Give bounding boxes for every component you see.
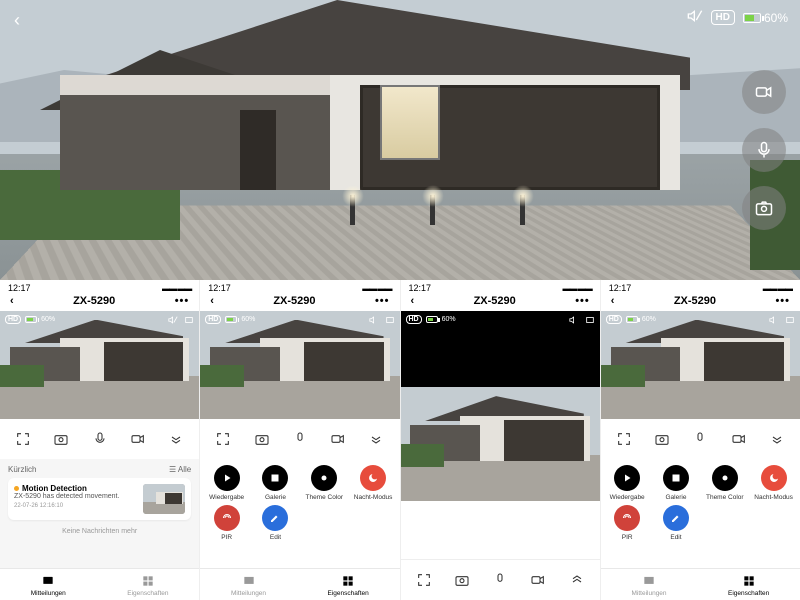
hd-badge[interactable]: HD [711, 10, 735, 25]
snapshot-icon[interactable] [650, 427, 674, 451]
device-title: ZX-5290 [73, 295, 115, 307]
battery-indicator: 60% [743, 11, 788, 25]
night-button[interactable]: Nacht-Modus [351, 465, 396, 501]
collapse-icon[interactable] [364, 427, 388, 451]
mic-icon[interactable] [88, 427, 112, 451]
snapshot-icon[interactable] [49, 427, 73, 451]
mute-icon[interactable] [769, 315, 779, 325]
pir-button[interactable]: PIR [204, 505, 249, 541]
back-icon[interactable]: ‹ [10, 295, 14, 307]
tab-messages[interactable]: Mitteilungen [231, 574, 266, 597]
talk-button[interactable] [742, 128, 786, 172]
snapshot-button[interactable] [742, 186, 786, 230]
back-icon[interactable]: ‹ [611, 295, 615, 307]
camera-feed[interactable]: HD60% [0, 311, 199, 419]
camera-feed[interactable]: HD60% [200, 311, 399, 419]
recent-label: Kürzlich [8, 465, 36, 474]
phone-screen-1: 12:17 ▬▬ ▬▬ ‹ ZX-5290 ••• HD60% Kürzlich ☰ A… [0, 280, 200, 600]
playback-button[interactable]: Wiedergabe [605, 465, 650, 501]
theme-button[interactable]: Theme Color [702, 465, 747, 501]
motion-card[interactable]: Motion Detection ZX-5290 has detected mo… [8, 478, 191, 520]
mute-icon[interactable] [168, 315, 178, 325]
mic-icon[interactable] [288, 427, 312, 451]
mic-icon[interactable] [688, 427, 712, 451]
gallery-button[interactable]: Galerie [654, 465, 699, 501]
record-icon[interactable] [326, 427, 350, 451]
more-icon[interactable]: ••• [775, 295, 790, 307]
fullscreen-icon[interactable] [585, 315, 595, 325]
back-icon[interactable]: ‹ [210, 295, 214, 307]
fullscreen-icon[interactable] [785, 315, 795, 325]
expand-icon[interactable] [164, 427, 188, 451]
phone-screen-2: 12:17▬▬ ▬▬ ‹ZX-5290••• HD60% Wiedergabe … [200, 280, 400, 600]
camera-feed[interactable]: HD60% [601, 311, 800, 419]
snapshot-icon[interactable] [250, 427, 274, 451]
fullscreen-icon[interactable] [385, 315, 395, 325]
snapshot-icon[interactable] [450, 568, 474, 592]
camera-feed-zoom[interactable]: HD60% [401, 311, 600, 501]
fullscreen-icon[interactable] [612, 427, 636, 451]
night-button[interactable]: Nacht-Modus [751, 465, 796, 501]
playback-button[interactable]: Wiedergabe [204, 465, 249, 501]
fullscreen-icon[interactable] [184, 315, 194, 325]
record-icon[interactable] [526, 568, 550, 592]
tab-properties[interactable]: Eigenschaften [127, 574, 168, 597]
record-icon[interactable] [727, 427, 751, 451]
tab-messages[interactable]: Mitteilungen [31, 574, 66, 597]
pir-button[interactable]: PIR [605, 505, 650, 541]
live-feed-hero: ‹ HD 60% [0, 0, 800, 280]
tab-messages[interactable]: Mitteilungen [631, 574, 666, 597]
mute-icon[interactable] [369, 315, 379, 325]
hd-badge: HD [5, 315, 21, 324]
fullscreen-icon[interactable] [211, 427, 235, 451]
collapse-icon[interactable] [765, 427, 789, 451]
mic-icon[interactable] [488, 568, 512, 592]
record-button[interactable] [742, 70, 786, 114]
collapse-icon[interactable] [565, 568, 589, 592]
fullscreen-icon[interactable] [11, 427, 35, 451]
more-icon[interactable]: ••• [575, 295, 590, 307]
no-more-label: Keine Nachrichten mehr [8, 528, 191, 535]
mute-icon[interactable] [687, 8, 703, 27]
fullscreen-icon[interactable] [412, 568, 436, 592]
back-icon[interactable]: ‹ [411, 295, 415, 307]
phone-screen-4: 12:17▬▬ ▬▬ ‹ZX-5290••• HD60% Wiedergabe … [601, 280, 800, 600]
record-icon[interactable] [126, 427, 150, 451]
tab-properties[interactable]: Eigenschaften [728, 574, 769, 597]
mute-icon[interactable] [569, 315, 579, 325]
tab-properties[interactable]: Eigenschaften [328, 574, 369, 597]
status-time: 12:17 [8, 283, 31, 293]
all-link[interactable]: ☰ Alle [169, 465, 191, 474]
edit-button[interactable]: Edit [253, 505, 298, 541]
back-button[interactable]: ‹ [14, 10, 20, 31]
edit-button[interactable]: Edit [654, 505, 699, 541]
more-icon[interactable]: ••• [175, 295, 190, 307]
phone-screen-3: 12:17▬▬ ▬▬ ‹ZX-5290••• HD60% [401, 280, 601, 600]
gallery-button[interactable]: Galerie [253, 465, 298, 501]
theme-button[interactable]: Theme Color [302, 465, 347, 501]
more-icon[interactable]: ••• [375, 295, 390, 307]
status-icons: ▬▬ ▬▬ [162, 284, 191, 293]
